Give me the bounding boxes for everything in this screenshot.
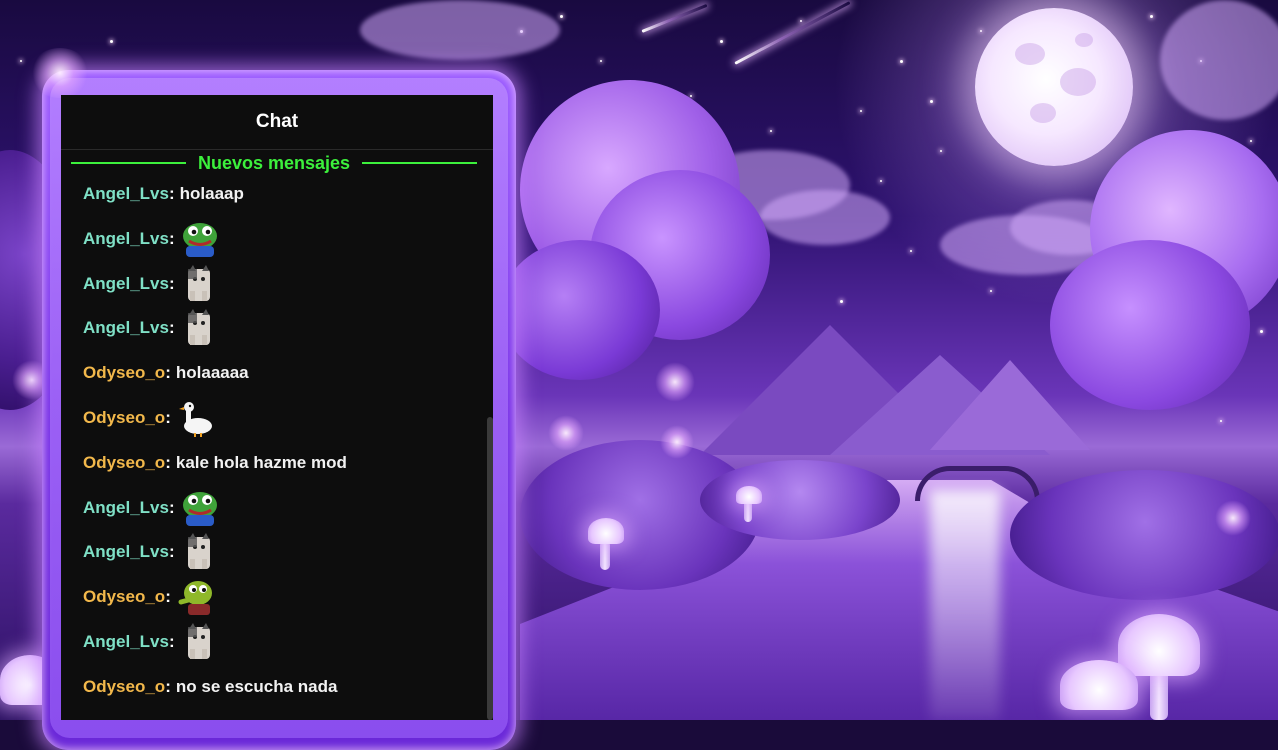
mushroom-cap (1118, 614, 1200, 676)
pepe-frog-emote (180, 220, 220, 258)
star (840, 300, 843, 303)
chat-message-text: holaaap (179, 184, 244, 203)
mushroom-stem (600, 540, 610, 570)
pepe-pointing-emote (176, 578, 216, 616)
chat-message: Odyseo_o: (83, 577, 216, 617)
chat-message: Odyseo_o: no se escucha nada (83, 667, 337, 707)
star (1150, 15, 1153, 18)
lantern-glow (548, 415, 584, 451)
goose-emote (176, 399, 216, 437)
sparkle-decoration (30, 48, 90, 98)
chat-message: Angel_Lvs: (83, 308, 220, 348)
cat-emote (180, 623, 220, 661)
star (910, 250, 912, 252)
cat-emote (180, 264, 220, 303)
chat-message-text: holaaaaa (175, 363, 249, 383)
lantern-glow (655, 362, 695, 402)
cloud (760, 190, 890, 245)
chat-username[interactable]: Angel_Lvs (83, 632, 169, 652)
chat-colon: : (168, 184, 175, 203)
chat-username[interactable]: Odyseo_o (83, 408, 165, 428)
star (860, 110, 862, 112)
star (900, 60, 903, 63)
chat-username[interactable]: Angel_Lvs (83, 184, 169, 204)
pepe-frog-emote (180, 489, 220, 527)
star (1250, 140, 1252, 142)
chat-username[interactable]: Angel_Lvs (83, 542, 169, 562)
star (930, 100, 933, 103)
star (600, 60, 602, 62)
chat-message: Odyseo_o: holaaaaa (83, 353, 249, 393)
star (20, 60, 22, 62)
cat-emote (180, 533, 220, 571)
star (990, 290, 992, 292)
divider-line (362, 162, 478, 164)
chat-colon: : (165, 452, 171, 472)
chat-colon: : (165, 363, 171, 383)
star (560, 15, 563, 18)
chat-message: Odyseo_o: kale hola hazme mod (83, 443, 347, 483)
star (1220, 420, 1222, 422)
chat-username[interactable]: Angel_Lvs (83, 229, 169, 249)
chat-message: Angel_Lvs: (83, 532, 220, 572)
star (940, 150, 942, 152)
bush (700, 460, 900, 540)
star (770, 130, 772, 132)
mushroom-cap (736, 486, 762, 504)
chat-colon: : (168, 228, 175, 248)
chat-message: Angel_Lvs: (83, 622, 220, 662)
chat-username[interactable]: Odyseo_o (83, 677, 165, 697)
chat-colon: : (168, 318, 175, 338)
cloud (360, 0, 560, 60)
chat-username[interactable]: Angel_Lvs (83, 274, 169, 294)
chat-colon: : (165, 676, 171, 696)
divider-line (71, 162, 186, 164)
chat-username[interactable]: Odyseo_o (83, 363, 165, 383)
chat-username[interactable]: Angel_Lvs (83, 318, 169, 338)
chat-colon: : (168, 497, 175, 517)
mushroom-cap (588, 518, 624, 544)
tree-canopy (1050, 240, 1250, 410)
chat-message-text: no se escucha nada (175, 676, 338, 696)
star (110, 40, 113, 43)
moon-reflection (930, 490, 1000, 720)
chat-panel: Chat Nuevos mensajes Angel_Lvs: holaaap An… (61, 95, 493, 720)
chat-title: Chat (61, 95, 493, 150)
chat-message: Angel_Lvs: holaaap (83, 174, 244, 214)
new-messages-divider: Nuevos mensajes (61, 152, 493, 174)
star (720, 40, 723, 43)
chat-colon: : (165, 408, 171, 427)
chat-message-text: kale hola hazme mod (175, 452, 347, 472)
chat-username[interactable]: Odyseo_o (83, 587, 165, 607)
chat-message: Odyseo_o: (83, 398, 216, 438)
chat-scrollbar[interactable] (487, 417, 493, 720)
chat-message: Angel_Lvs: (83, 219, 220, 259)
bridge (915, 466, 1040, 501)
lantern-glow (1215, 500, 1251, 536)
star (800, 20, 802, 22)
chat-colon: : (168, 542, 175, 562)
chat-username[interactable]: Angel_Lvs (83, 498, 169, 518)
cloud (1160, 0, 1278, 120)
chat-colon: : (165, 587, 171, 607)
star (980, 30, 982, 32)
new-messages-label: Nuevos mensajes (197, 152, 351, 173)
tree-canopy (500, 240, 660, 380)
star (880, 180, 882, 182)
star (690, 95, 692, 97)
chat-message: Angel_Lvs: (83, 264, 220, 304)
chat-username[interactable]: Odyseo_o (83, 453, 165, 473)
mountain (930, 360, 1090, 450)
chat-colon: : (168, 632, 175, 651)
chat-message: Angel_Lvs: (83, 488, 220, 528)
moon (975, 8, 1133, 166)
star (1260, 330, 1263, 333)
chat-colon: : (168, 273, 175, 293)
cat-emote (180, 309, 220, 347)
lantern-glow (660, 425, 694, 459)
mushroom-cap (1060, 660, 1138, 710)
